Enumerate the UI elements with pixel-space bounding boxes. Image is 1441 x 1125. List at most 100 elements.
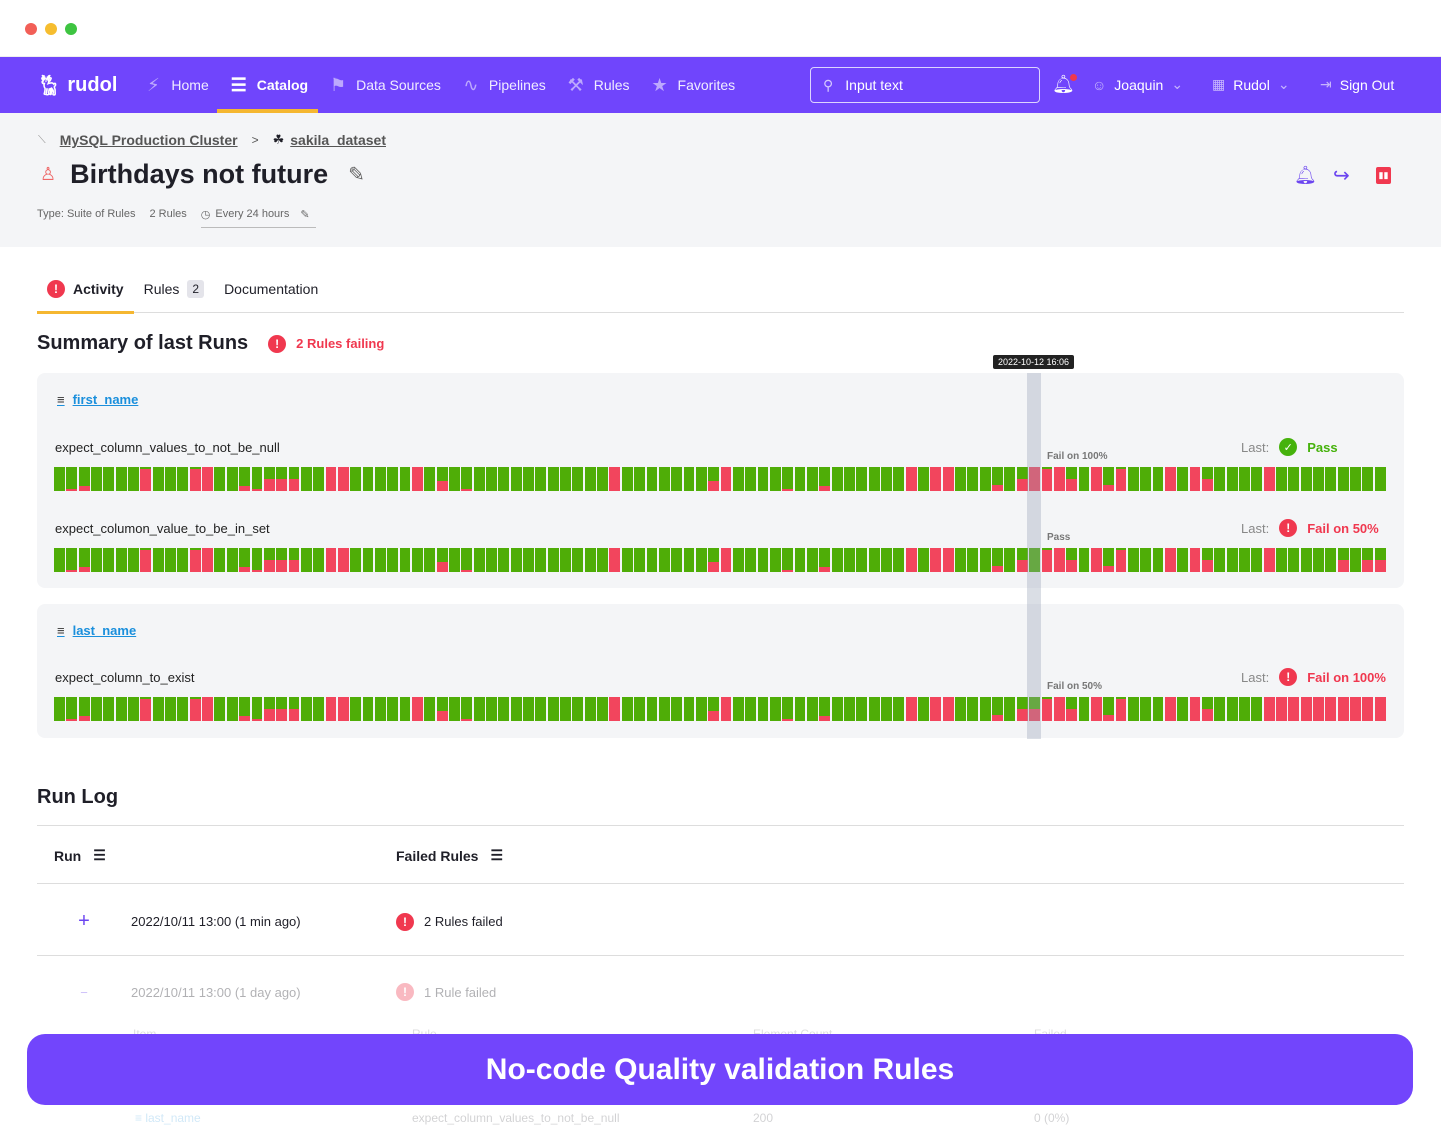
run-bar[interactable] xyxy=(1337,697,1349,721)
run-bar[interactable] xyxy=(794,548,806,572)
run-bar[interactable] xyxy=(683,467,695,491)
run-bar[interactable] xyxy=(300,467,312,491)
run-bar[interactable] xyxy=(658,697,670,721)
run-bar[interactable] xyxy=(584,467,596,491)
run-bar[interactable] xyxy=(918,548,929,572)
run-bar[interactable] xyxy=(362,697,374,721)
share-button[interactable]: ↪ xyxy=(1333,163,1350,188)
run-bar[interactable] xyxy=(831,467,843,491)
run-bar[interactable] xyxy=(1276,467,1287,491)
run-bar[interactable] xyxy=(436,697,448,721)
tab-rules[interactable]: Rules 2 xyxy=(134,265,214,313)
run-bar[interactable] xyxy=(276,467,288,491)
run-bar[interactable] xyxy=(263,548,275,572)
run-bar[interactable] xyxy=(66,697,78,721)
run-bar[interactable] xyxy=(597,467,608,491)
run-bar[interactable] xyxy=(732,548,744,572)
run-bar[interactable] xyxy=(325,467,337,491)
nav-favorites[interactable]: ★ Favorites xyxy=(650,57,735,113)
run-bar[interactable] xyxy=(239,548,250,572)
run-bar[interactable] xyxy=(337,697,349,721)
run-bar[interactable] xyxy=(683,697,695,721)
run-bar[interactable] xyxy=(128,548,139,572)
run-bar[interactable] xyxy=(374,548,386,572)
run-bar[interactable] xyxy=(1276,697,1287,721)
run-bar[interactable] xyxy=(1350,548,1361,572)
run-bar[interactable] xyxy=(1103,467,1115,491)
run-bar[interactable] xyxy=(1313,467,1324,491)
run-bar[interactable] xyxy=(1115,697,1127,721)
run-bar[interactable] xyxy=(115,467,127,491)
run-bar[interactable] xyxy=(1263,548,1275,572)
run-bar[interactable] xyxy=(1362,467,1374,491)
run-bar[interactable] xyxy=(1004,467,1016,491)
run-bar[interactable] xyxy=(1214,548,1226,572)
run-bar[interactable] xyxy=(584,548,596,572)
run-bar[interactable] xyxy=(1041,467,1053,491)
run-bar[interactable] xyxy=(893,467,905,491)
run-bar[interactable] xyxy=(572,467,584,491)
run-bar[interactable] xyxy=(621,548,633,572)
run-bar[interactable] xyxy=(337,548,349,572)
run-bar[interactable] xyxy=(572,548,584,572)
run-bar[interactable] xyxy=(449,467,460,491)
run-bar[interactable] xyxy=(1189,548,1201,572)
run-column-header[interactable]: Run ☰ xyxy=(54,847,106,864)
filter-icon[interactable]: ☰ xyxy=(93,847,106,864)
run-bar[interactable] xyxy=(1325,697,1337,721)
org-menu[interactable]: ▦ Rudol ⌄ xyxy=(1212,76,1290,93)
run-bar[interactable] xyxy=(979,548,991,572)
run-bar[interactable] xyxy=(905,548,917,572)
run-bar[interactable] xyxy=(115,697,127,721)
run-bar[interactable] xyxy=(1300,697,1312,721)
run-bar[interactable] xyxy=(769,548,781,572)
run-bar[interactable] xyxy=(1288,467,1300,491)
run-bar[interactable] xyxy=(942,467,954,491)
run-bar[interactable] xyxy=(1066,548,1078,572)
run-bar[interactable] xyxy=(523,548,534,572)
run-bar[interactable] xyxy=(424,548,436,572)
run-bar[interactable] xyxy=(1164,697,1176,721)
run-bar[interactable] xyxy=(671,548,683,572)
run-bar[interactable] xyxy=(115,548,127,572)
run-bar[interactable] xyxy=(609,697,621,721)
breadcrumb-dataset[interactable]: sakila_dataset xyxy=(290,132,386,148)
run-bar[interactable] xyxy=(955,548,966,572)
column-link[interactable]: ≡ last_name xyxy=(135,1111,412,1125)
run-bar[interactable] xyxy=(226,467,238,491)
run-bar[interactable] xyxy=(325,548,337,572)
run-bar[interactable] xyxy=(806,548,818,572)
run-bar[interactable] xyxy=(189,548,201,572)
run-bar[interactable] xyxy=(202,697,213,721)
run-bar[interactable] xyxy=(54,467,65,491)
run-bar[interactable] xyxy=(54,548,65,572)
nav-pipelines[interactable]: ∿ Pipelines xyxy=(461,57,545,113)
run-bar[interactable] xyxy=(646,697,658,721)
run-bar[interactable] xyxy=(955,697,966,721)
run-bar[interactable] xyxy=(609,467,621,491)
run-bar[interactable] xyxy=(1226,697,1238,721)
run-bar[interactable] xyxy=(78,548,90,572)
run-bar[interactable] xyxy=(1140,548,1152,572)
run-bar[interactable] xyxy=(1177,697,1189,721)
run-bar[interactable] xyxy=(1313,548,1324,572)
run-bar[interactable] xyxy=(695,548,707,572)
run-bar[interactable] xyxy=(78,467,90,491)
run-bar[interactable] xyxy=(547,548,559,572)
column-link[interactable]: ≡ first_name xyxy=(57,392,138,407)
run-bar[interactable] xyxy=(226,697,238,721)
run-bar[interactable] xyxy=(1251,467,1263,491)
run-bar[interactable] xyxy=(103,548,115,572)
run-bar[interactable] xyxy=(782,697,794,721)
run-bar[interactable] xyxy=(1239,467,1250,491)
run-bar[interactable] xyxy=(806,467,818,491)
run-bar[interactable] xyxy=(1288,697,1300,721)
brand-logo[interactable]: 🦌︎ rudol xyxy=(36,73,117,98)
run-bar[interactable] xyxy=(856,467,868,491)
run-bar[interactable] xyxy=(313,467,325,491)
run-bar[interactable] xyxy=(671,697,683,721)
run-bar[interactable] xyxy=(66,548,78,572)
run-bar[interactable] xyxy=(510,467,522,491)
run-bar[interactable] xyxy=(1152,467,1164,491)
run-bar[interactable] xyxy=(165,697,176,721)
